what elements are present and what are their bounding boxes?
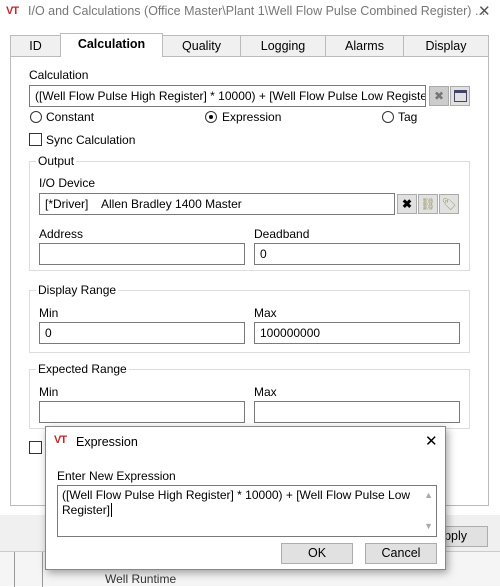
expected-range-label: Expected Range: [36, 362, 129, 376]
expected-min-label: Min: [39, 385, 59, 399]
radio-tag-label: Tag: [398, 110, 418, 124]
window-title: I/O and Calculations (Office Master\Plan…: [28, 4, 486, 18]
sync-calculation-label: Sync Calculation: [46, 133, 136, 147]
tag-select-icon[interactable]: 🏷: [439, 194, 459, 214]
clear-calculation-button[interactable]: ✖: [429, 86, 449, 106]
address-input[interactable]: [39, 243, 245, 265]
display-range-label: Display Range: [36, 283, 119, 297]
output-group-label: Output: [36, 154, 77, 168]
tree-item-label[interactable]: Well Runtime: [105, 572, 176, 586]
display-max-input[interactable]: 100000000: [254, 322, 460, 344]
tab-calculation[interactable]: Calculation: [60, 33, 163, 57]
sync-calculation-checkbox[interactable]: [29, 133, 42, 146]
ok-button[interactable]: OK: [281, 543, 353, 564]
deadband-label: Deadband: [254, 227, 310, 241]
calculation-input[interactable]: ([Well Flow Pulse High Register] * 10000…: [29, 85, 426, 107]
expression-textarea[interactable]: ([Well Flow Pulse High Register] * 10000…: [57, 485, 437, 537]
close-icon[interactable]: ✕: [478, 2, 491, 20]
scroll-down-icon[interactable]: ▼: [424, 519, 433, 534]
radio-constant[interactable]: [30, 111, 42, 123]
tab-id[interactable]: ID: [10, 35, 61, 56]
select-device-tree-icon[interactable]: ⛓: [418, 194, 438, 214]
radio-tag[interactable]: [382, 111, 394, 123]
expression-dialog: VT Expression ✕ Enter New Expression ([W…: [45, 426, 446, 570]
tab-alarms[interactable]: Alarms: [325, 35, 404, 56]
radio-expression[interactable]: [205, 111, 217, 123]
dialog-close-icon[interactable]: ✕: [425, 432, 438, 450]
cancel-button[interactable]: Cancel: [365, 543, 437, 564]
window-icon: [453, 90, 467, 102]
tab-logging[interactable]: Logging: [240, 35, 326, 56]
dialog-title: Expression: [76, 435, 138, 449]
app-logo: VT: [6, 5, 19, 17]
calculation-label: Calculation: [29, 68, 89, 82]
deadband-input[interactable]: 0: [254, 243, 460, 265]
expression-prompt: Enter New Expression: [57, 469, 176, 483]
expected-min-input[interactable]: [39, 401, 245, 423]
dialog-logo: VT: [54, 434, 67, 446]
hidden-checkbox[interactable]: [29, 441, 42, 454]
display-min-input[interactable]: 0: [39, 322, 245, 344]
io-device-label: I/O Device: [39, 176, 96, 190]
io-device-input[interactable]: [*Driver] Allen Bradley 1400 Master: [39, 193, 395, 215]
tab-display[interactable]: Display: [403, 35, 489, 56]
expected-max-label: Max: [254, 385, 277, 399]
clear-io-device-button[interactable]: ✖: [397, 194, 417, 214]
radio-expression-label: Expression: [222, 110, 282, 124]
display-max-label: Max: [254, 306, 277, 320]
expression-editor-button[interactable]: [450, 86, 470, 106]
expression-text: ([Well Flow Pulse High Register] * 10000…: [62, 488, 411, 517]
tab-quality[interactable]: Quality: [162, 35, 241, 56]
expected-max-input[interactable]: [254, 401, 460, 423]
display-min-label: Min: [39, 306, 59, 320]
address-label: Address: [39, 227, 84, 241]
scroll-up-icon[interactable]: ▲: [424, 488, 433, 503]
radio-constant-label: Constant: [46, 110, 95, 124]
